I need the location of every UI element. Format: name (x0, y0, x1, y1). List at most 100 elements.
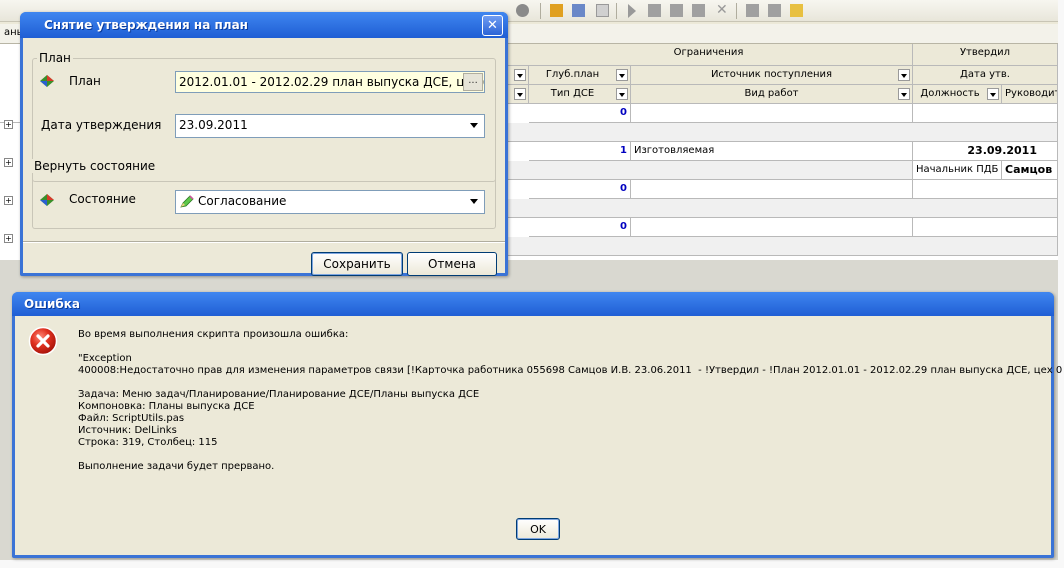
window-edge (0, 560, 1064, 568)
table-cell[interactable] (631, 104, 913, 123)
unapprove-plan-dialog: Снятие утверждения на план ✕ План План 2… (20, 12, 508, 276)
table-cell-position[interactable]: Начальник ПДБ (913, 161, 1002, 180)
error-text-line: "Exception (78, 353, 132, 364)
column-filter-button[interactable] (514, 88, 526, 100)
filter-icon[interactable] (746, 4, 759, 17)
column-header-manager[interactable]: Руководит (1002, 85, 1058, 104)
record-first-icon[interactable] (648, 4, 661, 17)
expand-row-button[interactable]: + (4, 196, 13, 205)
table-cell-manager[interactable]: Самцов И (1002, 161, 1058, 180)
column-header-depth[interactable]: Глуб.план (529, 66, 631, 85)
save-button[interactable]: Сохранить (311, 252, 403, 276)
column-filter-button[interactable] (514, 69, 526, 81)
toolbar-separator (616, 3, 617, 19)
column-header-position[interactable]: Должность (913, 85, 1002, 104)
dialog-titlebar[interactable]: Ошибка (12, 292, 1054, 316)
table-cell[interactable] (631, 180, 913, 199)
record-edit-icon[interactable] (692, 4, 705, 17)
pencil-icon (180, 195, 194, 208)
column-header-label: Глуб.план (545, 69, 600, 80)
column-filter-button[interactable] (616, 69, 628, 81)
dialog-body: Во время выполнения скрипта произошла ош… (15, 316, 1064, 555)
close-icon[interactable]: ✕ (482, 15, 503, 36)
ok-button[interactable]: OK (516, 518, 560, 540)
error-icon (28, 326, 58, 356)
plan-field[interactable]: 2012.01.01 - 2012.02.29 план выпуска ДСЕ… (175, 71, 485, 93)
gear-icon[interactable] (516, 4, 529, 17)
chevron-down-icon[interactable] (467, 116, 483, 136)
dialog-body: План План 2012.01.01 - 2012.02.29 план в… (23, 38, 505, 276)
plan-label: План (69, 74, 101, 88)
column-header-label: Источник поступления (710, 69, 833, 80)
state-combobox[interactable]: Согласование (175, 190, 485, 214)
table-cell-value[interactable]: 0 (529, 218, 631, 237)
table-cell[interactable] (631, 218, 913, 237)
error-text-line: Файл: ScriptUtils.pas (78, 413, 185, 424)
delete-icon[interactable]: ✕ (716, 3, 729, 17)
table-cell[interactable] (913, 104, 1058, 123)
column-filter-button[interactable] (616, 88, 628, 100)
column-header-dse-type[interactable]: Тип ДСЕ (529, 85, 631, 104)
state-group-title: Вернуть состояние (32, 159, 158, 173)
error-dialog: Ошибка Во время выполнения скрипта произ… (12, 292, 1064, 558)
table-cell-date[interactable]: 23.09.2011 (913, 142, 1058, 161)
plan-lookup-button[interactable]: ... (463, 73, 483, 91)
flag-icon[interactable] (768, 4, 781, 17)
column-header-source[interactable]: Источник поступления (631, 66, 913, 85)
table-cell[interactable] (913, 180, 1058, 199)
column-header[interactable] (505, 66, 529, 85)
table-subrow[interactable] (505, 161, 913, 180)
cancel-button[interactable]: Отмена (407, 252, 497, 276)
column-header-approval-date[interactable]: Дата утв. (913, 66, 1058, 85)
dialog-separator (23, 242, 505, 243)
column-filter-button[interactable] (898, 69, 910, 81)
plan-icon (40, 75, 54, 87)
table-subrow[interactable] (505, 123, 1058, 142)
column-filter-button[interactable] (987, 88, 999, 100)
error-text-line: Выполнение задачи будет прервано. (78, 461, 275, 472)
column-filter-button[interactable] (898, 88, 910, 100)
print-icon[interactable] (572, 4, 585, 17)
error-text-line: 400008:Недостаточно прав для изменения п… (78, 365, 1064, 376)
hand-icon[interactable] (790, 4, 803, 17)
toolbar-separator (540, 3, 541, 19)
table-cell-value[interactable]: 1 (529, 142, 631, 161)
table-cell-work-type[interactable]: Изготовляемая (631, 142, 913, 161)
error-text-line: Компоновка: Планы выпуска ДСЕ (78, 401, 255, 412)
chevron-down-icon[interactable] (467, 192, 483, 212)
column-header-label: Тип ДСЕ (550, 88, 595, 99)
column-header-label: Вид работ (744, 88, 799, 99)
error-message: Во время выполнения скрипта произошла ош… (78, 329, 1064, 473)
column-header-work-type[interactable]: Вид работ (631, 85, 913, 104)
plan-group-title: План (37, 51, 73, 65)
state-icon (40, 194, 54, 206)
expand-row-button[interactable]: + (4, 234, 13, 243)
edit-icon[interactable] (550, 4, 563, 17)
table-cell[interactable] (913, 218, 1058, 237)
approval-date-label: Дата утверждения (41, 118, 162, 132)
expand-row-button[interactable]: + (4, 120, 13, 129)
expand-row-button[interactable]: + (4, 158, 13, 167)
error-text-line: Строка: 319, Столбец: 115 (78, 437, 218, 448)
toolbar-separator (736, 3, 737, 19)
error-text-line: Задача: Меню задач/Планирование/Планиров… (78, 389, 480, 400)
play-icon[interactable] (628, 4, 636, 18)
dialog-title: Ошибка (24, 297, 80, 311)
record-icon[interactable] (670, 4, 683, 17)
dialog-title: Снятие утверждения на план (44, 18, 248, 32)
table-subrow[interactable] (505, 237, 1058, 256)
group-header-restrictions[interactable]: Ограничения (505, 44, 913, 66)
table-cell-value[interactable]: 0 (529, 180, 631, 199)
window-edge (1058, 0, 1064, 568)
table-subrow[interactable] (505, 199, 1058, 218)
group-header-approved[interactable]: Утвердил (913, 44, 1058, 66)
table-cell-value[interactable]: 0 (529, 104, 631, 123)
column-header[interactable] (505, 85, 529, 104)
state-value: Согласование (198, 194, 287, 208)
dialog-titlebar[interactable]: Снятие утверждения на план ✕ (20, 12, 508, 38)
error-text-line: Источник: DelLinks (78, 425, 177, 436)
approval-date-value: 23.09.2011 (179, 118, 248, 132)
approval-date-field[interactable]: 23.09.2011 (175, 114, 485, 138)
error-text-line: Во время выполнения скрипта произошла ош… (78, 329, 349, 340)
page-icon[interactable] (596, 4, 609, 17)
